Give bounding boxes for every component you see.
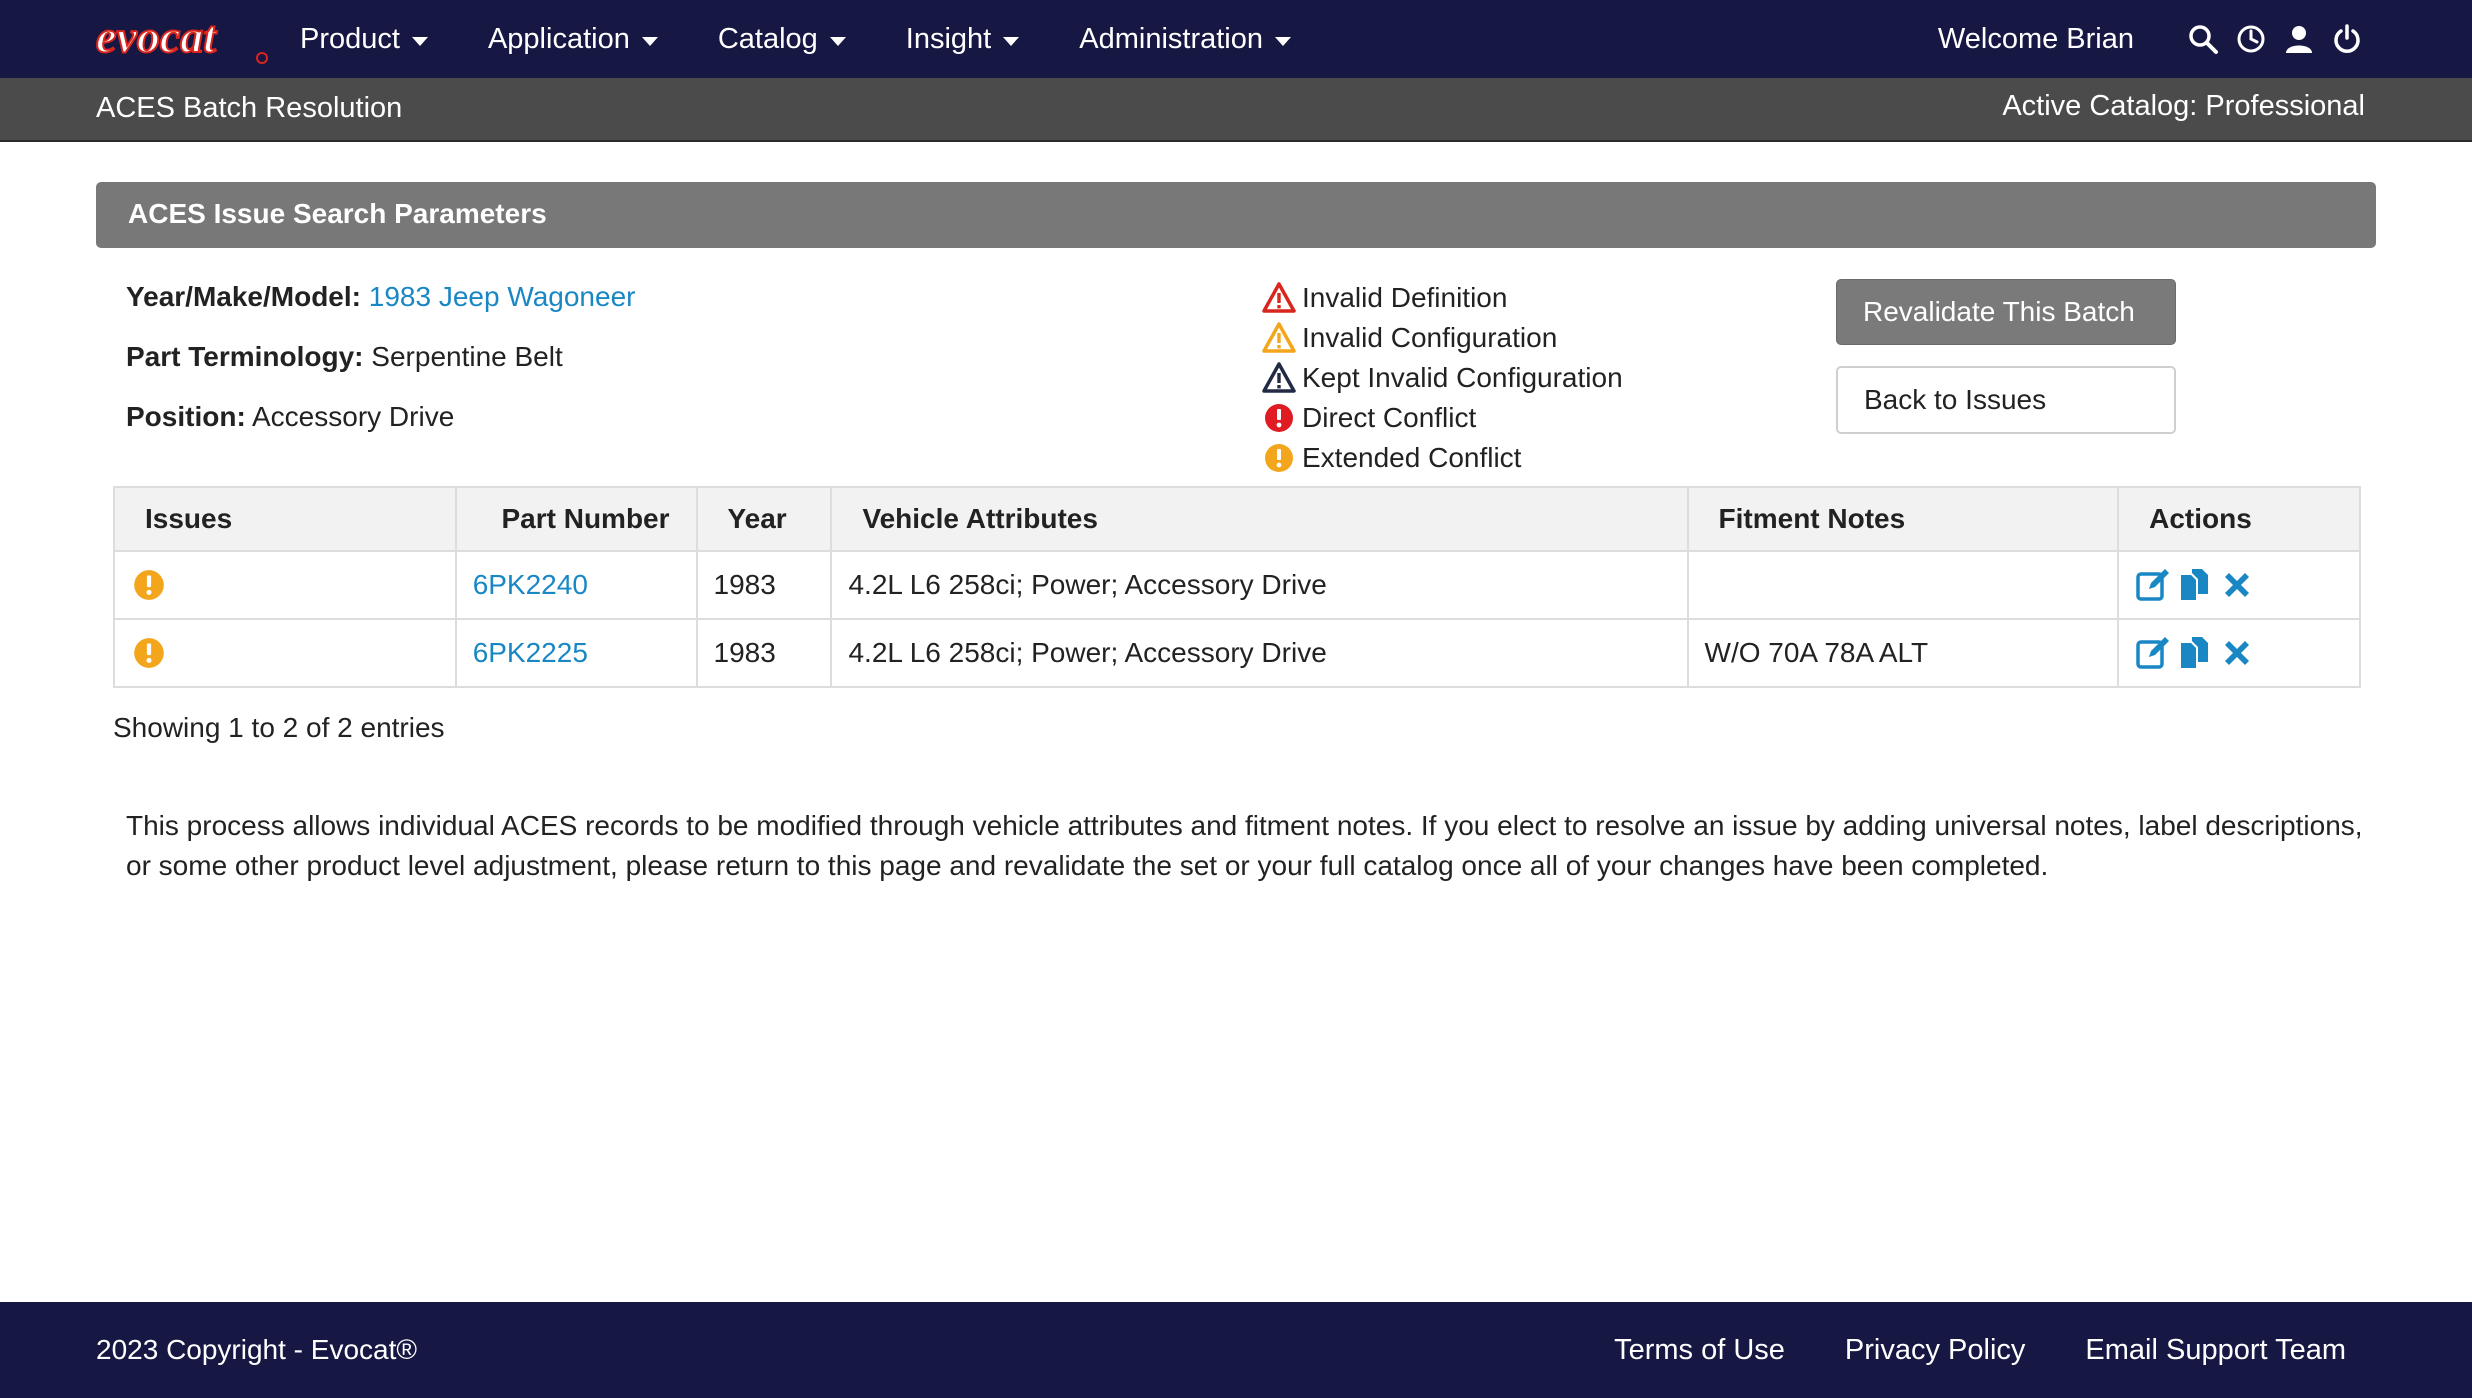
- legend-direct-conflict: Direct Conflict: [1262, 398, 1623, 438]
- table-row: 6PK2225 1983 4.2L L6 258ci; Power; Acces…: [113, 618, 2361, 688]
- exclamation-orange-icon: [1265, 444, 1293, 472]
- nav-right: Welcome Brian: [1938, 0, 2364, 78]
- position-value: Accessory Drive: [252, 401, 455, 432]
- power-icon[interactable]: [2330, 22, 2364, 56]
- main-menu: Product Application Catalog Insight Admi…: [300, 0, 1351, 78]
- search-icon[interactable]: [2186, 22, 2220, 56]
- param-position: Position: Accessory Drive: [126, 400, 635, 460]
- menu-insight-label: Insight: [905, 22, 992, 55]
- panel-title: ACES Issue Search Parameters: [128, 198, 547, 229]
- menu-product-label: Product: [300, 22, 400, 55]
- welcome-text: Welcome Brian: [1937, 22, 2134, 55]
- caret-down-icon: [641, 36, 658, 46]
- legend-kept-invalid-configuration: Kept Invalid Configuration: [1262, 358, 1623, 398]
- caret-down-icon: [1003, 36, 1020, 46]
- menu-product[interactable]: Product: [300, 0, 428, 78]
- menu-application[interactable]: Application: [488, 0, 658, 78]
- col-header-year[interactable]: Year: [695, 486, 833, 552]
- table-row: 6PK2240 1983 4.2L L6 258ci; Power; Acces…: [113, 550, 2361, 620]
- part-number-cell: 6PK2240: [454, 550, 698, 620]
- process-note: This process allows individual ACES reco…: [126, 810, 2363, 881]
- legend-extended-conflict: Extended Conflict: [1262, 438, 1623, 478]
- col-header-part-number[interactable]: Part Number: [454, 486, 698, 552]
- exclamation-red-icon: [1265, 404, 1293, 432]
- attributes-cell: 4.2L L6 258ci; Power; Accessory Drive: [830, 550, 1689, 620]
- delete-icon[interactable]: [2219, 635, 2255, 671]
- param-terminology: Part Terminology: Serpentine Belt: [126, 340, 635, 400]
- logo-text: evocat: [96, 11, 217, 62]
- copy-icon[interactable]: [2177, 635, 2213, 671]
- legend-invalid-definition: Invalid Definition: [1262, 278, 1623, 318]
- issue-cell: [113, 550, 457, 620]
- page-title: ACES Batch Resolution: [96, 92, 403, 124]
- sub-header: ACES Batch Resolution Active Catalog: Pr…: [0, 78, 2472, 142]
- revalidate-batch-button[interactable]: Revalidate This Batch: [1836, 279, 2176, 345]
- table-header-row: Issues Part Number Year Vehicle Attribut…: [113, 486, 2361, 552]
- top-navbar: evocat Product Application Catalog Insig…: [0, 0, 2472, 78]
- user-icon[interactable]: [2282, 22, 2316, 56]
- active-catalog: Active Catalog: Professional: [2002, 90, 2365, 122]
- part-number-link[interactable]: 6PK2225: [473, 637, 588, 668]
- footer-links: Terms of Use Privacy Policy Email Suppor…: [1554, 1334, 2346, 1367]
- terminology-label: Part Terminology:: [126, 341, 364, 372]
- edit-icon[interactable]: [2135, 635, 2171, 671]
- delete-icon[interactable]: [2219, 567, 2255, 603]
- notes-cell: [1686, 550, 2120, 620]
- legend-label: Invalid Configuration: [1302, 322, 1558, 353]
- legend-label: Extended Conflict: [1302, 442, 1522, 473]
- ymm-label: Year/Make/Model:: [126, 281, 361, 312]
- menu-application-label: Application: [487, 22, 630, 55]
- exclamation-orange-icon: [134, 570, 164, 600]
- issues-table: Issues Part Number Year Vehicle Attribut…: [113, 486, 2361, 688]
- warning-dark-icon: [1262, 362, 1296, 393]
- legend-invalid-configuration: Invalid Configuration: [1262, 318, 1623, 358]
- year-cell: 1983: [695, 618, 833, 688]
- year-cell: 1983: [695, 550, 833, 620]
- param-ymm: Year/Make/Model: 1983 Jeep Wagoneer: [126, 280, 635, 340]
- actions-cell: [2117, 618, 2361, 688]
- part-number-link[interactable]: 6PK2240: [473, 569, 588, 600]
- legend-label: Invalid Definition: [1302, 282, 1508, 313]
- col-header-fitment-notes[interactable]: Fitment Notes: [1686, 486, 2120, 552]
- part-number-cell: 6PK2225: [454, 618, 698, 688]
- position-label: Position:: [126, 401, 246, 432]
- menu-administration-label: Administration: [1079, 22, 1263, 55]
- terminology-value: Serpentine Belt: [371, 341, 563, 372]
- exclamation-orange-icon: [134, 638, 164, 668]
- col-header-vehicle-attributes[interactable]: Vehicle Attributes: [830, 486, 1689, 552]
- search-parameters-header: ACES Issue Search Parameters: [96, 182, 2376, 248]
- col-header-actions: Actions: [2117, 486, 2361, 552]
- notes-cell: W/O 70A 78A ALT: [1686, 618, 2120, 688]
- edit-icon[interactable]: [2135, 567, 2171, 603]
- email-support-link[interactable]: Email Support Team: [2085, 1334, 2346, 1367]
- caret-down-icon: [1275, 36, 1291, 46]
- ymm-link[interactable]: 1983 Jeep Wagoneer: [369, 281, 636, 312]
- copyright-text: 2023 Copyright - Evocat®: [96, 1334, 418, 1365]
- warning-red-icon: [1262, 282, 1296, 313]
- copy-icon[interactable]: [2177, 567, 2213, 603]
- history-icon[interactable]: [2234, 22, 2268, 56]
- col-header-issues[interactable]: Issues: [113, 486, 457, 552]
- attributes-cell: 4.2L L6 258ci; Power; Accessory Drive: [830, 618, 1689, 688]
- actions-cell: [2117, 550, 2361, 620]
- caret-down-icon: [411, 36, 428, 46]
- issue-cell: [113, 618, 457, 688]
- table-entries-info: Showing 1 to 2 of 2 entries: [113, 712, 445, 743]
- caret-down-icon: [829, 36, 846, 46]
- evocat-logo[interactable]: evocat: [94, 8, 274, 68]
- legend-label: Kept Invalid Configuration: [1302, 362, 1623, 393]
- back-to-issues-button[interactable]: Back to Issues: [1836, 366, 2176, 434]
- menu-administration[interactable]: Administration: [1079, 0, 1291, 78]
- warning-orange-icon: [1262, 322, 1296, 353]
- footer: 2023 Copyright - Evocat® Terms of Use Pr…: [0, 1302, 2472, 1398]
- menu-insight[interactable]: Insight: [905, 0, 1020, 78]
- legend-label: Direct Conflict: [1302, 402, 1477, 433]
- menu-catalog[interactable]: Catalog: [718, 0, 846, 78]
- terms-of-use-link[interactable]: Terms of Use: [1614, 1334, 1785, 1367]
- privacy-policy-link[interactable]: Privacy Policy: [1845, 1334, 2026, 1367]
- issue-legend: Invalid Definition Invalid Configuration…: [1262, 278, 1623, 478]
- search-parameters: Year/Make/Model: 1983 Jeep Wagoneer Part…: [126, 280, 635, 460]
- menu-catalog-label: Catalog: [717, 22, 818, 55]
